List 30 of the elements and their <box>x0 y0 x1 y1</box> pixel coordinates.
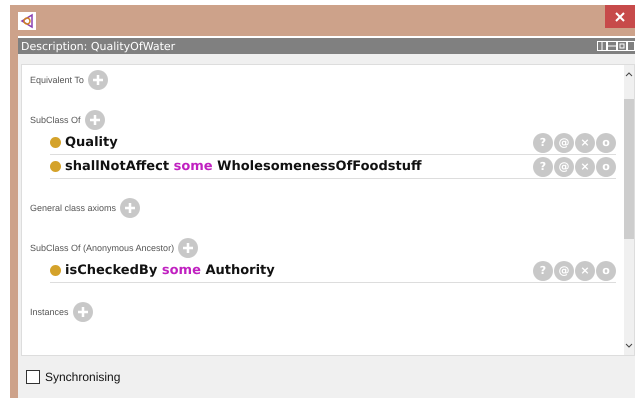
scrollbar-thumb[interactable] <box>624 99 634 239</box>
axiom-action-button[interactable]: ? <box>533 132 553 152</box>
axiom-text[interactable]: shallNotAffect some WholesomenessOfFoodstuff <box>65 159 422 174</box>
axiom-action-button[interactable]: @ <box>554 156 574 176</box>
axiom-action-button[interactable]: × <box>575 260 595 280</box>
panel-title: Description: QualityOfWater <box>21 40 176 52</box>
section-label: Equivalent To <box>30 75 84 85</box>
axiom-action-button[interactable]: ? <box>533 260 553 280</box>
sync-checkbox[interactable] <box>26 370 40 384</box>
section-label: General class axioms <box>30 203 116 213</box>
axiom-text[interactable]: isCheckedBy some Authority <box>65 263 275 278</box>
section-label: SubClass Of <box>30 115 81 125</box>
section-label: Instances <box>30 307 69 317</box>
axiom-action-button[interactable]: @ <box>554 132 574 152</box>
axiom-action-button[interactable]: × <box>575 132 595 152</box>
close-icon[interactable] <box>614 10 626 22</box>
section-label: SubClass Of (Anonymous Ancestor) <box>30 243 174 253</box>
axiom-action-button[interactable]: × <box>575 156 595 176</box>
app-logo-icon <box>18 12 36 30</box>
close-button[interactable] <box>605 5 635 28</box>
scroll-down-icon[interactable] <box>625 343 633 349</box>
scroll-up-icon[interactable] <box>625 71 633 77</box>
view-controls-icon[interactable] <box>597 41 635 51</box>
axiom-action-button[interactable]: @ <box>554 260 574 280</box>
class-dot-icon <box>50 265 61 276</box>
class-dot-icon <box>50 137 61 148</box>
class-dot-icon <box>50 161 61 172</box>
axiom-text[interactable]: Quality <box>65 135 118 150</box>
axiom-action-button[interactable]: ? <box>533 156 553 176</box>
checkbox-label: Synchronising <box>45 370 120 384</box>
